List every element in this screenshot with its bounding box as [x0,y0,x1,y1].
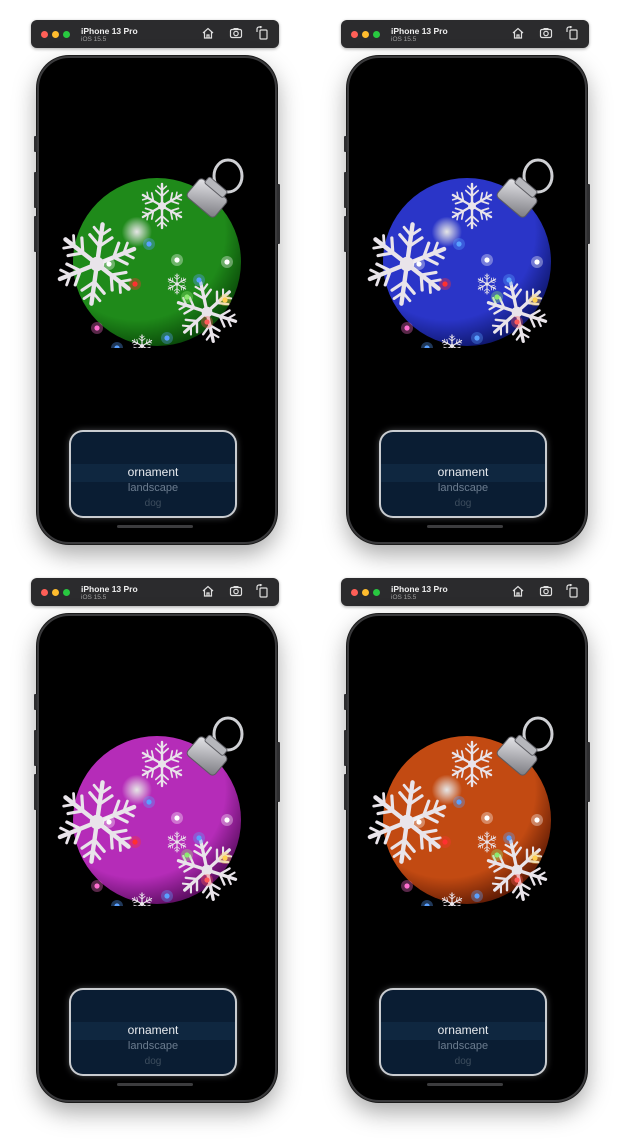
picker-option[interactable]: landscape [381,482,545,494]
power-button [587,742,590,802]
picker-option-selected[interactable]: ornament [381,1023,545,1037]
home-indicator[interactable] [117,525,193,528]
device-name: iPhone 13 Pro [391,26,448,36]
rotate-icon[interactable] [565,26,579,40]
volume-up-button [344,730,347,766]
minimize-button[interactable] [362,589,369,596]
simulator-window: iPhone 13 Pro iOS 15.5 ornament landscap… [341,20,591,550]
ornament-3d-model[interactable] [367,710,563,906]
zoom-button[interactable] [63,31,70,38]
volume-up-button [34,730,37,766]
home-icon[interactable] [511,584,525,598]
home-indicator[interactable] [117,1083,193,1086]
volume-down-button [34,774,37,810]
rotate-icon[interactable] [255,26,269,40]
power-button [587,184,590,244]
volume-down-button [344,216,347,252]
picker-option[interactable]: dog [381,1056,545,1067]
mute-switch [34,694,37,710]
model-picker[interactable]: ornament landscape dog [381,432,545,516]
device-name: iPhone 13 Pro [81,26,138,36]
power-button [277,742,280,802]
picker-option-selected[interactable]: ornament [71,1023,235,1037]
minimize-button[interactable] [362,31,369,38]
rotate-icon[interactable] [255,584,269,598]
screenshot-icon[interactable] [229,26,243,40]
close-button[interactable] [351,589,358,596]
home-indicator[interactable] [427,525,503,528]
minimize-button[interactable] [52,31,59,38]
close-button[interactable] [41,31,48,38]
screenshot-icon[interactable] [539,584,553,598]
model-picker[interactable]: ornament landscape dog [381,990,545,1074]
device-name: iPhone 13 Pro [391,584,448,594]
model-picker[interactable]: ornament landscape dog [71,432,235,516]
picker-option[interactable]: dog [381,498,545,509]
ornament-3d-model[interactable] [57,152,253,348]
volume-up-button [344,172,347,208]
simulator-window: iPhone 13 Pro iOS 15.5 ornament landscap… [31,578,281,1108]
close-button[interactable] [351,31,358,38]
simulator-window: iPhone 13 Pro iOS 15.5 ornament landscap… [31,20,281,550]
os-version: iOS 15.5 [391,594,417,601]
home-icon[interactable] [201,26,215,40]
picker-option-selected[interactable]: ornament [381,465,545,479]
picker-option-selected[interactable]: ornament [71,465,235,479]
zoom-button[interactable] [373,589,380,596]
os-version: iOS 15.5 [81,594,107,601]
picker-option[interactable]: dog [71,498,235,509]
device-name: iPhone 13 Pro [81,584,138,594]
model-picker[interactable]: ornament landscape dog [71,990,235,1074]
volume-up-button [34,172,37,208]
ornament-3d-model[interactable] [57,710,253,906]
mute-switch [344,694,347,710]
iphone-screen: ornament landscape dog [344,56,590,544]
os-version: iOS 15.5 [391,36,417,43]
simulator-titlebar[interactable]: iPhone 13 Pro iOS 15.5 [31,20,279,48]
home-icon[interactable] [201,584,215,598]
mute-switch [34,136,37,152]
simulator-titlebar[interactable]: iPhone 13 Pro iOS 15.5 [31,578,279,606]
picker-option[interactable]: landscape [71,482,235,494]
simulator-titlebar[interactable]: iPhone 13 Pro iOS 15.5 [341,20,589,48]
zoom-button[interactable] [63,589,70,596]
home-icon[interactable] [511,26,525,40]
volume-down-button [344,774,347,810]
screenshot-icon[interactable] [229,584,243,598]
close-button[interactable] [41,589,48,596]
simulator-window: iPhone 13 Pro iOS 15.5 ornament landscap… [341,578,591,1108]
screenshot-icon[interactable] [539,26,553,40]
iphone-screen: ornament landscape dog [34,614,280,1102]
minimize-button[interactable] [52,589,59,596]
ornament-3d-model[interactable] [367,152,563,348]
picker-option[interactable]: landscape [71,1040,235,1052]
rotate-icon[interactable] [565,584,579,598]
zoom-button[interactable] [373,31,380,38]
volume-down-button [34,216,37,252]
os-version: iOS 15.5 [81,36,107,43]
picker-option[interactable]: dog [71,1056,235,1067]
mute-switch [344,136,347,152]
iphone-screen: ornament landscape dog [344,614,590,1102]
simulator-titlebar[interactable]: iPhone 13 Pro iOS 15.5 [341,578,589,606]
home-indicator[interactable] [427,1083,503,1086]
picker-option[interactable]: landscape [381,1040,545,1052]
power-button [277,184,280,244]
iphone-screen: ornament landscape dog [34,56,280,544]
